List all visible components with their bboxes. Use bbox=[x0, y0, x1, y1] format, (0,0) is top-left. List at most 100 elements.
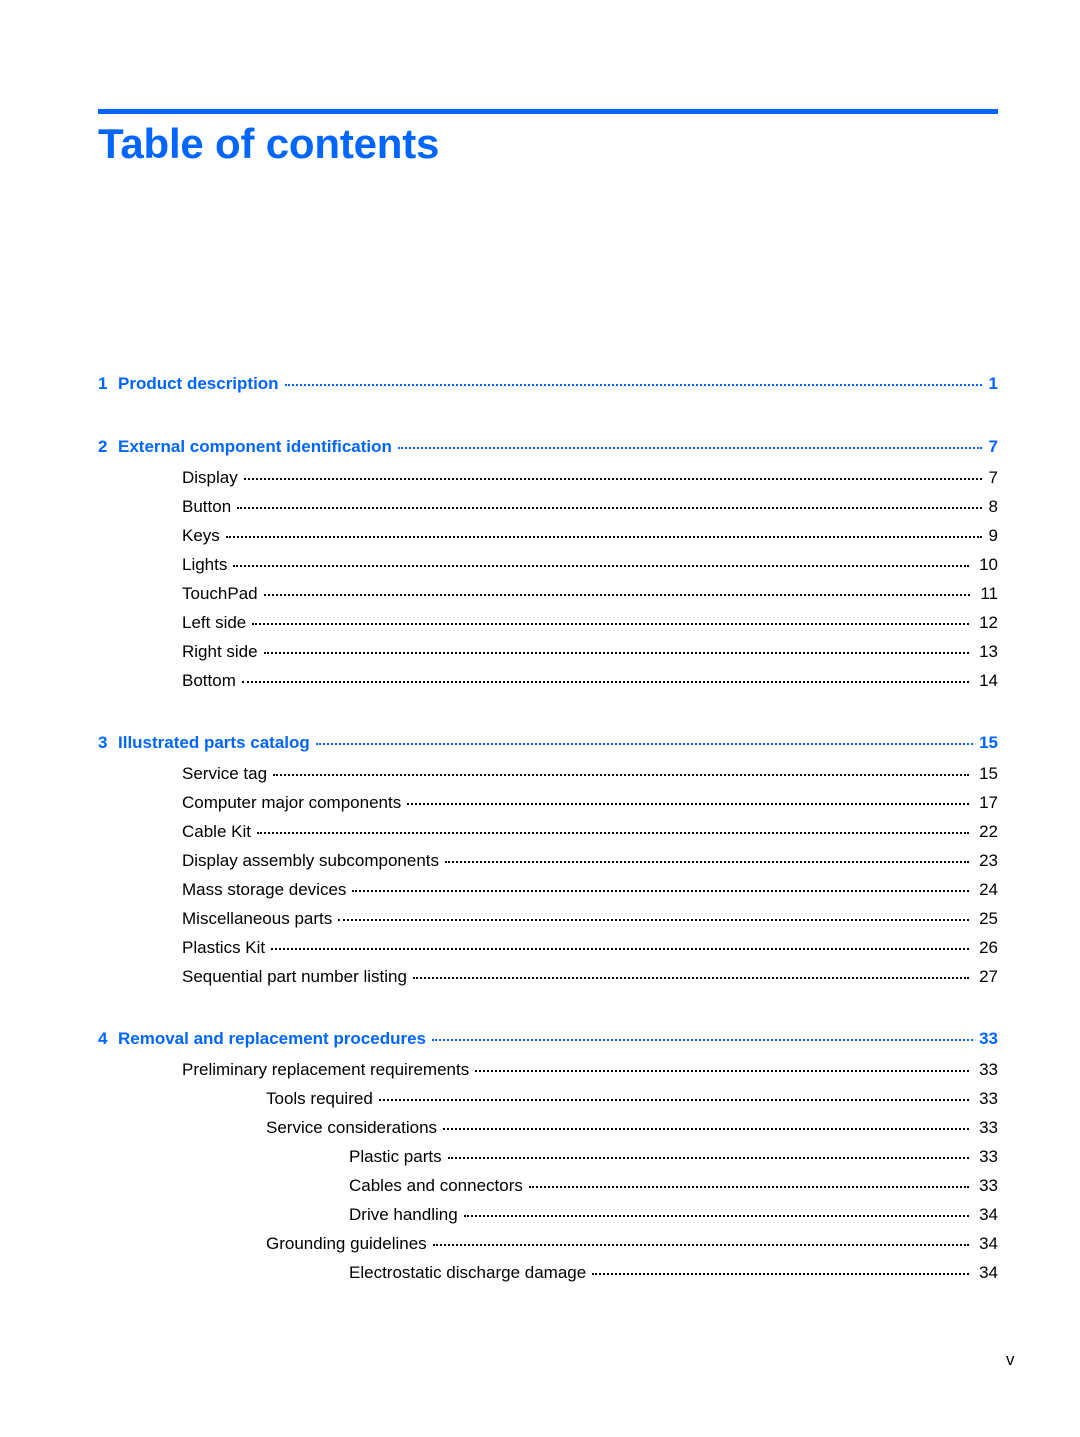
entry-title: Computer major components bbox=[182, 793, 402, 812]
entry-page-number: 12 bbox=[979, 613, 998, 632]
entry-title: Drive handling bbox=[349, 1205, 458, 1224]
toc-entry[interactable]: Button 8 bbox=[182, 496, 998, 518]
chapter-number: 2 bbox=[98, 437, 108, 456]
toc-entry[interactable]: Lights 10 bbox=[182, 554, 998, 576]
toc-entry[interactable]: Right side 13 bbox=[182, 641, 998, 663]
dot-leader bbox=[528, 1186, 970, 1188]
toc-entry[interactable]: Sequential part number listing 27 bbox=[182, 966, 998, 988]
entry-title: Service considerations bbox=[266, 1118, 438, 1137]
entry-title: Button bbox=[182, 497, 232, 516]
dot-leader bbox=[397, 447, 982, 449]
toc-entry[interactable]: Miscellaneous parts 25 bbox=[182, 908, 998, 930]
entry-title: Service tag bbox=[182, 764, 268, 783]
toc-entry[interactable]: Cable Kit 22 bbox=[182, 821, 998, 843]
toc-entry[interactable]: Electrostatic discharge damage 34 bbox=[349, 1262, 998, 1284]
entry-title: Plastics Kit bbox=[182, 938, 266, 957]
dot-leader bbox=[263, 594, 971, 596]
entry-title: Keys bbox=[182, 526, 220, 545]
entry-page-number: 17 bbox=[979, 793, 998, 812]
dot-leader bbox=[407, 803, 970, 805]
entry-title: Left side bbox=[182, 613, 247, 632]
toc-entry[interactable]: Mass storage devices 24 bbox=[182, 879, 998, 901]
dot-leader bbox=[252, 623, 970, 625]
dot-leader bbox=[284, 384, 982, 386]
toc-chapter-entry[interactable]: 3 Illustrated parts catalog 15 bbox=[98, 732, 998, 754]
entry-page-number: 15 bbox=[979, 733, 998, 752]
dot-leader bbox=[352, 890, 970, 892]
dot-leader bbox=[445, 861, 970, 863]
entry-title: External component identification bbox=[118, 437, 392, 456]
entry-page-number: 24 bbox=[979, 880, 998, 899]
entry-title: Cable Kit bbox=[182, 822, 251, 841]
entry-title: Sequential part number listing bbox=[182, 967, 407, 986]
dot-leader bbox=[263, 652, 970, 654]
dot-leader bbox=[412, 977, 970, 979]
dot-leader bbox=[378, 1099, 970, 1101]
page-number: v bbox=[1006, 1350, 1015, 1369]
entry-title: Display bbox=[182, 468, 238, 487]
entry-title: Cables and connectors bbox=[349, 1176, 523, 1195]
toc-entry[interactable]: Bottom 14 bbox=[182, 670, 998, 692]
toc-entry[interactable]: Drive handling 34 bbox=[349, 1204, 998, 1226]
dot-leader bbox=[463, 1215, 970, 1217]
entry-title: Electrostatic discharge damage bbox=[349, 1263, 587, 1282]
toc-entry[interactable]: Keys 9 bbox=[182, 525, 998, 547]
dot-leader bbox=[475, 1070, 970, 1072]
dot-leader bbox=[432, 1244, 970, 1246]
entry-title: Right side bbox=[182, 642, 258, 661]
dot-leader bbox=[225, 536, 982, 538]
toc-entry[interactable]: Grounding guidelines 34 bbox=[266, 1233, 998, 1255]
entry-title: Preliminary replacement requirements bbox=[182, 1060, 470, 1079]
entry-page-number: 33 bbox=[979, 1147, 998, 1166]
entry-page-number: 14 bbox=[979, 671, 998, 690]
toc-entry[interactable]: Display 7 bbox=[182, 467, 998, 489]
entry-title: Illustrated parts catalog bbox=[118, 733, 310, 752]
entry-page-number: 33 bbox=[979, 1176, 998, 1195]
dot-leader bbox=[243, 478, 982, 480]
dot-leader bbox=[256, 832, 970, 834]
entry-title: Mass storage devices bbox=[182, 880, 347, 899]
entry-page-number: 9 bbox=[988, 526, 998, 545]
chapter-number: 3 bbox=[98, 733, 108, 752]
dot-leader bbox=[338, 919, 970, 921]
entry-page-number: 33 bbox=[979, 1118, 998, 1137]
toc-entry[interactable]: Computer major components 17 bbox=[182, 792, 998, 814]
entry-page-number: 26 bbox=[979, 938, 998, 957]
entry-page-number: 33 bbox=[979, 1029, 998, 1048]
dot-leader bbox=[233, 565, 970, 567]
toc-entry[interactable]: Plastics Kit 26 bbox=[182, 937, 998, 959]
toc-entry[interactable]: Left side 12 bbox=[182, 612, 998, 634]
entry-page-number: 11 bbox=[980, 584, 998, 603]
entry-title: Product description bbox=[118, 374, 279, 393]
toc-chapter-entry[interactable]: 1 Product description 1 bbox=[98, 373, 998, 395]
entry-page-number: 15 bbox=[979, 764, 998, 783]
entry-page-number: 23 bbox=[979, 851, 998, 870]
toc-chapter-entry[interactable]: 2 External component identification 7 bbox=[98, 436, 998, 458]
entry-page-number: 1 bbox=[988, 374, 998, 393]
dot-leader bbox=[237, 507, 982, 509]
dot-leader bbox=[447, 1157, 970, 1159]
entry-title: Display assembly subcomponents bbox=[182, 851, 440, 870]
toc-entry[interactable]: TouchPad 11 bbox=[182, 583, 998, 605]
page-title: Table of contents bbox=[98, 120, 440, 167]
toc-entry[interactable]: Tools required 33 bbox=[266, 1088, 998, 1110]
toc-entry[interactable]: Preliminary replacement requirements 33 bbox=[182, 1059, 998, 1081]
dot-leader bbox=[273, 774, 970, 776]
toc-entry[interactable]: Service tag 15 bbox=[182, 763, 998, 785]
toc-entry[interactable]: Plastic parts 33 bbox=[349, 1146, 998, 1168]
toc-chapter-entry[interactable]: 4 Removal and replacement procedures 33 bbox=[98, 1028, 998, 1050]
entry-title: TouchPad bbox=[182, 584, 258, 603]
chapter-number: 1 bbox=[98, 374, 108, 393]
toc-entry[interactable]: Cables and connectors 33 bbox=[349, 1175, 998, 1197]
entry-page-number: 10 bbox=[979, 555, 998, 574]
toc-entry[interactable]: Display assembly subcomponents 23 bbox=[182, 850, 998, 872]
toc-entry[interactable]: Service considerations 33 bbox=[266, 1117, 998, 1139]
entry-page-number: 22 bbox=[979, 822, 998, 841]
entry-title: Removal and replacement procedures bbox=[118, 1029, 427, 1048]
dot-leader bbox=[443, 1128, 970, 1130]
entry-title: Bottom bbox=[182, 671, 236, 690]
entry-page-number: 7 bbox=[988, 468, 998, 487]
entry-page-number: 25 bbox=[979, 909, 998, 928]
entry-page-number: 34 bbox=[979, 1263, 998, 1282]
entry-page-number: 33 bbox=[979, 1060, 998, 1079]
